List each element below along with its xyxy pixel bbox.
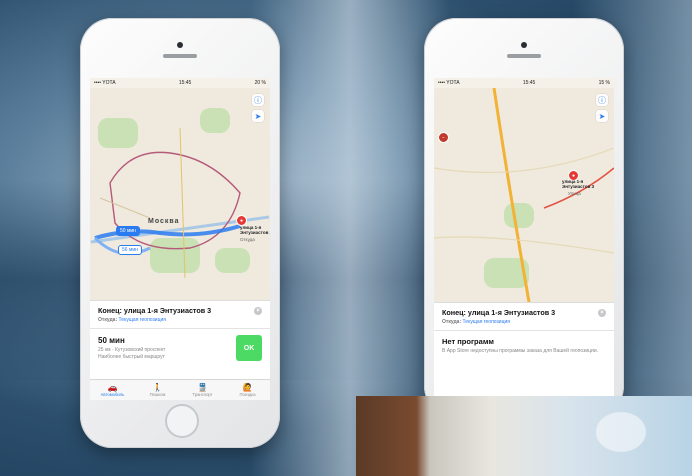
route-lines (93, 127, 241, 279)
tab-label: Пешком (149, 391, 166, 397)
carrier: •••• YOTA (94, 80, 116, 86)
car-icon: 🚗 (107, 382, 118, 392)
close-icon[interactable]: × (254, 306, 262, 315)
tab-walk[interactable]: 🚶Пешком (135, 380, 180, 400)
info-icon[interactable]: ⓘ (252, 94, 264, 106)
tab-car[interactable]: 🚗Автомобиль (90, 380, 135, 400)
pin-label: улица 1-я Энтузиастов 3 (562, 179, 595, 189)
front-camera (521, 42, 527, 48)
from-value[interactable]: Текущая геопозиция (463, 319, 510, 325)
tab-label: Транспорт (192, 391, 213, 397)
destination-card: Конец: улица 1-я Энтузиастов 3 × Откуда:… (434, 302, 614, 330)
tab-ride[interactable]: 🙋Поездка (225, 380, 270, 400)
carrier: •••• YOTA (438, 80, 460, 86)
battery: 15 % (598, 80, 610, 86)
route-note: Наиболее быстрый маршрут (98, 354, 165, 360)
info-icon[interactable]: ⓘ (596, 94, 608, 106)
from-label: Откуда: (442, 319, 462, 325)
map-view[interactable]: Москва 50 мин 56 мин ● улица 1-я Энтузиа… (90, 88, 270, 300)
destination-title: Конец: улица 1-я Энтузиастов 3 (442, 308, 556, 317)
no-programs-panel: Нет программ В App Store недоступны прог… (434, 330, 614, 361)
pin-sublabel: Откуда (240, 237, 255, 242)
city-label: Москва (148, 218, 180, 225)
home-button[interactable] (165, 404, 199, 438)
status-bar: •••• YOTA 15:45 20 % (90, 78, 270, 88)
no-entry-icon: − (438, 132, 449, 143)
from-line: Откуда: Текущая геопозиция (442, 319, 606, 325)
phone-right: •••• YOTA 15:45 15 % ● улица 1-я Энтузиа… (424, 18, 624, 418)
earpiece (163, 54, 197, 58)
earpiece (507, 54, 541, 58)
locate-icon[interactable]: ➤ (252, 110, 264, 122)
route-option[interactable]: 50 мин 25 км · Кутузовский проспект Наиб… (90, 328, 270, 367)
route-time: 50 мин (98, 336, 125, 345)
road-lines (434, 88, 614, 302)
no-programs-title: Нет программ (442, 337, 494, 346)
phone-left: •••• YOTA 15:45 20 % Москва 50 мин 56 ми… (80, 18, 280, 448)
from-label: Откуда: (98, 317, 118, 323)
status-bar: •••• YOTA 15:45 15 % (434, 78, 614, 88)
corner-photo-shape (596, 412, 646, 452)
locate-icon[interactable]: ➤ (596, 110, 608, 122)
destination-card: Конец: улица 1-я Энтузиастов 3 × Откуда:… (90, 300, 270, 328)
from-value[interactable]: Текущая геопозиция (119, 317, 166, 323)
battery: 20 % (254, 80, 266, 86)
pin-sublabel: Улица (568, 191, 581, 196)
no-programs-text: В App Store недоступны программы заказа … (442, 348, 599, 354)
transport-tabbar: 🚗Автомобиль 🚶Пешком 🚆Транспорт 🙋Поездка (90, 379, 270, 400)
walk-icon: 🚶 (152, 382, 163, 392)
destination-title: Конец: улица 1-я Энтузиастов 3 (98, 306, 212, 315)
clock: 15:45 (522, 80, 536, 86)
pin-label: улица 1-я Энтузиастов 3 (240, 225, 270, 235)
route-bubble-alt[interactable]: 56 мин (118, 245, 142, 255)
ride-icon: 🙋 (242, 382, 253, 392)
screen-right: •••• YOTA 15:45 15 % ● улица 1-я Энтузиа… (434, 78, 614, 418)
clock: 15:45 (178, 80, 192, 86)
route-detail: 25 км · Кутузовский проспект (98, 347, 166, 353)
tab-transit[interactable]: 🚆Транспорт (180, 380, 225, 400)
corner-photo (356, 396, 692, 476)
transit-icon: 🚆 (197, 382, 208, 392)
tab-label: Автомобиль (100, 391, 125, 397)
map-view[interactable]: ● улица 1-я Энтузиастов 3 Улица − ⓘ ➤ (434, 88, 614, 302)
screen-left: •••• YOTA 15:45 20 % Москва 50 мин 56 ми… (90, 78, 270, 400)
route-bubble-active[interactable]: 50 мин (116, 226, 140, 236)
close-icon[interactable]: × (598, 308, 606, 317)
go-button[interactable]: OK (236, 335, 262, 361)
from-line: Откуда: Текущая геопозиция (98, 317, 262, 323)
tab-label: Поездка (239, 391, 256, 397)
front-camera (177, 42, 183, 48)
